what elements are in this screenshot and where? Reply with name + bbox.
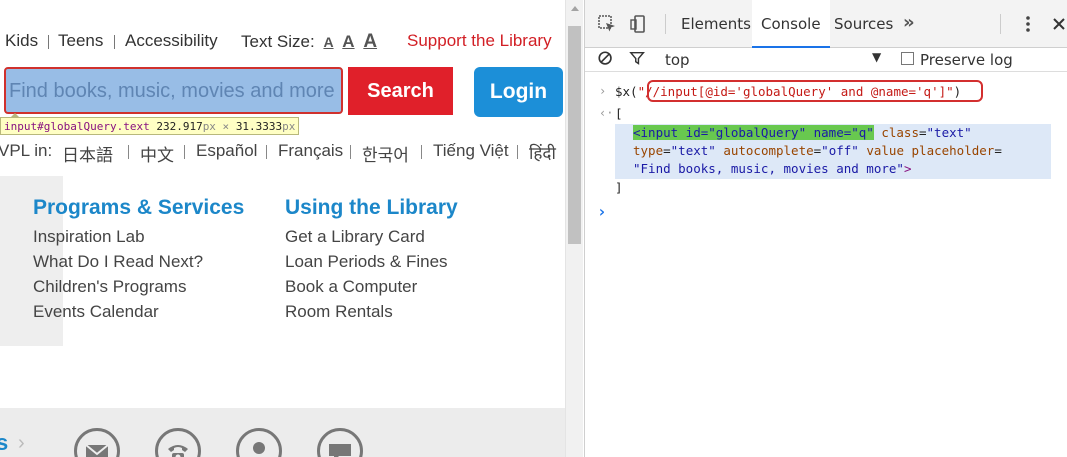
preserve-log-label[interactable]: Preserve log — [920, 51, 1013, 69]
attr-value-name: value — [866, 143, 904, 158]
page-scrollbar[interactable] — [565, 0, 583, 457]
devtools-panel: Elements Console Sources » top ▼ Preserv… — [584, 0, 1067, 457]
kebab-menu-icon[interactable] — [1018, 14, 1038, 34]
nav-separator — [48, 35, 49, 49]
result-node-line-1: <input id="globalQuery" name="q" class="… — [633, 125, 972, 140]
result-prompt-icon: ‹· — [599, 106, 614, 120]
top-navigation: Kids Teens Accessibility Text Size: A A … — [0, 31, 565, 53]
attr-type-name: type — [633, 143, 664, 158]
link-what-do-i-read-next[interactable]: What Do I Read Next? — [33, 249, 244, 274]
language-link-japanese[interactable]: 日本語 — [62, 141, 113, 166]
console-prompt-icon[interactable]: › — [597, 202, 607, 221]
search-button[interactable]: Search — [348, 67, 453, 115]
language-separator — [350, 145, 351, 159]
execution-context-select[interactable]: top — [665, 51, 690, 69]
text-size-medium-button[interactable]: A — [342, 32, 354, 51]
devtools-toolbar: Elements Console Sources » — [585, 0, 1067, 48]
close-icon[interactable] — [1049, 14, 1067, 34]
bottom-section-label[interactable]: s — [0, 430, 8, 456]
language-link-spanish[interactable]: Español — [196, 141, 257, 161]
command-quote-open: " — [637, 84, 646, 99]
language-bar: VPL in: 日本語 中文 Español Français 한국어 Tiến… — [0, 141, 565, 165]
more-tabs-icon[interactable]: » — [903, 12, 915, 33]
xpath-highlight-box — [647, 80, 983, 102]
tooltip-height: 31.3333 — [235, 120, 283, 133]
nav-link-teens[interactable]: Teens — [58, 31, 103, 51]
filter-icon[interactable] — [629, 50, 649, 70]
link-library-card[interactable]: Get a Library Card — [285, 224, 458, 249]
input-prompt-icon: › — [599, 84, 607, 98]
result-open-bracket: [ — [615, 106, 623, 121]
link-book-computer[interactable]: Book a Computer — [285, 274, 458, 299]
tab-elements[interactable]: Elements — [681, 0, 751, 48]
result-close-bracket: ] — [615, 180, 623, 195]
dropdown-caret-icon[interactable]: ▼ — [872, 50, 881, 64]
language-separator — [128, 145, 129, 159]
attr-placeholder-name: placeholder — [911, 143, 995, 158]
tooltip-selector: input#globalQuery.text — [4, 120, 150, 133]
nav-link-accessibility[interactable]: Accessibility — [125, 31, 218, 51]
support-library-link[interactable]: Support the Library — [407, 31, 552, 51]
nav-separator — [114, 35, 115, 49]
using-library-column: Using the Library Get a Library Card Loa… — [285, 196, 458, 324]
command-prefix: $x( — [615, 84, 638, 99]
element-close: > — [903, 161, 912, 176]
tooltip-times: × — [215, 120, 236, 133]
tooltip-height-unit: px — [282, 120, 296, 133]
attr-type-value: "text" — [670, 143, 716, 158]
nav-link-kids[interactable]: Kids — [5, 31, 38, 51]
console-filter-bar: top ▼ Preserve log — [585, 48, 1067, 72]
search-input[interactable] — [9, 77, 339, 105]
language-separator — [517, 145, 518, 159]
chevron-right-icon: › — [18, 432, 25, 454]
attr-class-value: "text" — [926, 125, 972, 140]
language-link-vietnamese[interactable]: Tiếng Việt — [433, 141, 509, 161]
result-node-line-3: "Find books, music, movies and more"> — [633, 161, 911, 176]
text-size-label: Text Size: — [241, 32, 315, 51]
link-loan-periods[interactable]: Loan Periods & Fines — [285, 249, 458, 274]
link-room-rentals[interactable]: Room Rentals — [285, 299, 458, 324]
inspect-element-icon[interactable] — [597, 14, 617, 34]
matched-element-open: <input id="globalQuery" name="q" — [633, 125, 874, 140]
link-childrens-programs[interactable]: Children's Programs — [33, 274, 244, 299]
login-button[interactable]: Login — [474, 67, 563, 117]
scroll-up-arrow-icon[interactable] — [571, 6, 579, 11]
inspect-tooltip-arrow — [10, 113, 20, 118]
scrollbar-thumb[interactable] — [568, 26, 581, 244]
attr-autocomplete-value: "off" — [821, 143, 859, 158]
tooltip-width: 232.917 — [156, 120, 203, 133]
tab-sources[interactable]: Sources — [834, 0, 893, 48]
programs-services-column: Programs & Services Inspiration Lab What… — [33, 196, 244, 324]
toolbar-divider — [1000, 14, 1001, 34]
text-size-small-button[interactable]: A — [323, 34, 333, 50]
text-size-control: Text Size: A A A — [241, 31, 377, 53]
tooltip-width-unit: px — [202, 120, 216, 133]
inspect-tooltip: input#globalQuery.text 232.917px × 31.33… — [0, 117, 300, 135]
link-events-calendar[interactable]: Events Calendar — [33, 299, 244, 324]
tab-console[interactable]: Console — [752, 0, 830, 48]
attr-placeholder-value: "Find books, music, movies and more" — [633, 161, 904, 176]
preserve-log-checkbox[interactable] — [901, 52, 914, 65]
search-field-wrapper — [4, 67, 343, 114]
language-link-chinese[interactable]: 中文 — [140, 141, 174, 166]
webpage-viewport: Kids Teens Accessibility Text Size: A A … — [0, 0, 565, 457]
result-node-line-2: type="text" autocomplete="off" value pla… — [633, 143, 1002, 158]
clear-console-icon[interactable] — [597, 50, 617, 70]
toolbar-divider — [665, 14, 666, 34]
language-link-french[interactable]: Français — [278, 141, 343, 161]
link-inspiration-lab[interactable]: Inspiration Lab — [33, 224, 244, 249]
text-size-large-button[interactable]: A — [363, 31, 377, 52]
language-separator — [184, 145, 185, 159]
result-element-node[interactable]: <input id="globalQuery" name="q" class="… — [615, 124, 1051, 179]
language-separator — [266, 145, 267, 159]
language-link-hindi[interactable]: हिंदी — [529, 141, 556, 164]
column-heading[interactable]: Programs & Services — [33, 196, 244, 220]
device-toolbar-icon[interactable] — [629, 14, 649, 34]
attr-autocomplete-name: autocomplete — [723, 143, 814, 158]
column-heading[interactable]: Using the Library — [285, 196, 458, 220]
language-separator — [421, 145, 422, 159]
language-link-korean[interactable]: 한국어 — [362, 141, 409, 166]
attr-class-name: class — [881, 125, 919, 140]
language-prefix: VPL in: — [0, 141, 53, 160]
